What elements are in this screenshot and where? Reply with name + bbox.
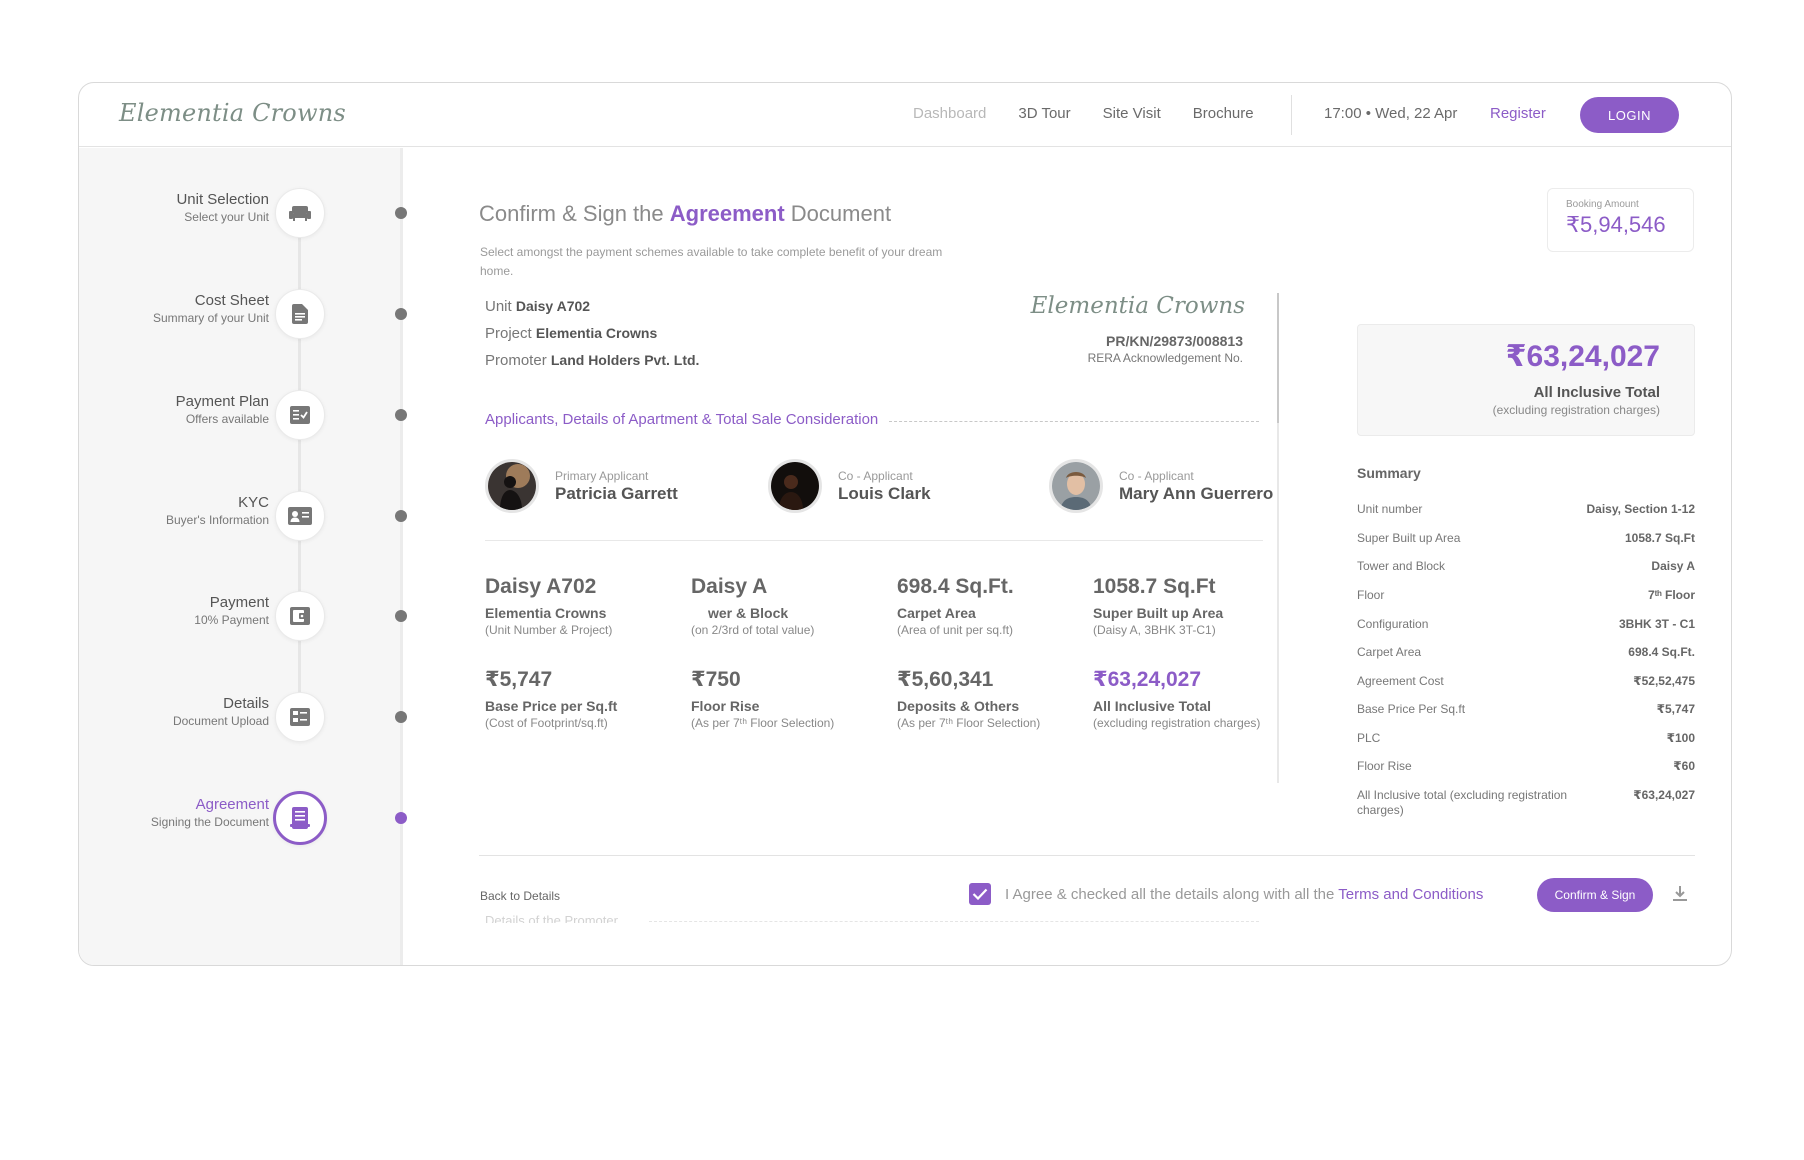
id-card-icon [275,491,325,541]
stat-all-inclusive-total: ₹63,24,027 All Inclusive Total (excluding … [1093,668,1261,730]
summary-heading: Summary [1357,465,1421,481]
sofa-icon [275,188,325,238]
booking-value: ₹5,94,546 [1566,212,1666,237]
step-unit-selection[interactable]: Unit Selection Select your Unit [79,183,409,243]
download-icon[interactable] [1673,885,1687,906]
top-header: Elementia Crowns Dashboard 3D Tour Site … [79,83,1731,147]
rera-label: RERA Acknowledgement No. [1087,351,1243,365]
nav-3d-tour[interactable]: 3D Tour [1018,105,1070,122]
section-title: Applicants, Details of Apartment & Total… [485,411,879,428]
next-section-title: Details of the Promoter [485,913,618,923]
total-value: ₹63,24,027 [1505,340,1660,373]
booking-label: Booking Amount [1566,199,1639,210]
footer-divider [479,855,1695,856]
nav-site-visit[interactable]: Site Visit [1103,105,1161,122]
form-icon [275,692,325,742]
step-subtitle: 10% Payment [194,613,269,627]
step-agreement[interactable]: Agreement Signing the Document [79,788,409,848]
step-dot [395,812,407,824]
step-kyc[interactable]: KYC Buyer's Information [79,486,409,546]
step-cost-sheet[interactable]: Cost Sheet Summary of your Unit [79,284,409,344]
document-icon [275,289,325,339]
stat-base-price: ₹5,747 Base Price per Sq.ft (Cost of Footp… [485,668,618,730]
rera-block: PR/KN/29873/008813 RERA Acknowledgement … [1088,333,1243,365]
stat-deposits: ₹5,60,341 Deposits & Others (As per 7ᵗʰ Fl… [897,668,1041,730]
total-sub: (excluding registration charges) [1492,403,1660,417]
avatar [1049,459,1103,513]
step-subtitle: Signing the Document [150,815,269,829]
step-subtitle: Summary of your Unit [152,311,269,325]
document-scroll-thumb[interactable] [1277,293,1279,423]
confirm-sign-button[interactable]: Confirm & Sign [1537,878,1653,912]
stat-carpet-area: 698.4 Sq.Ft. Carpet Area (Area of unit per… [897,575,1014,637]
total-label: All Inclusive Total [1533,384,1660,401]
applicant-card: Primary Applicant Patricia Garrett [485,459,678,513]
step-title: Details [223,695,269,712]
agree-text: I Agree & checked all the details along … [1005,886,1484,903]
step-dot [395,711,407,723]
step-subtitle: Document Upload [172,714,269,728]
applicant-role: Primary Applicant [555,468,649,483]
brand-logo[interactable]: Elementia Crowns [119,99,346,127]
page-title: Confirm & Sign the Agreement Document [479,201,892,226]
wallet-icon [275,591,325,641]
step-dot [395,610,407,622]
step-payment[interactable]: Payment 10% Payment [79,586,409,646]
back-to-details-link[interactable]: Back to Details [480,889,560,903]
document-logo: Elementia Crowns [1030,293,1245,319]
terms-link[interactable]: Terms and Conditions [1338,886,1483,903]
step-dot [395,308,407,320]
applicant-role: Co - Applicant [838,468,913,483]
rera-number: PR/KN/29873/008813 [1106,333,1243,349]
next-section-divider [649,921,1259,922]
top-nav: Dashboard 3D Tour Site Visit Brochure [913,105,1254,122]
header-divider [1291,95,1292,135]
step-title: Agreement [195,796,269,813]
step-payment-plan[interactable]: Payment Plan Offers available [79,385,409,445]
app-window: Elementia Crowns Dashboard 3D Tour Site … [78,82,1732,966]
booking-amount-card: Booking Amount ₹5,94,546 [1547,188,1694,252]
applicant-role: Co - Applicant [1119,468,1194,483]
step-dot [395,409,407,421]
step-title: KYC [238,494,269,511]
step-dot [395,510,407,522]
applicant-name: Patricia Garrett [555,483,678,503]
total-card: ₹63,24,027 All Inclusive Total (excludin… [1357,324,1695,436]
agreement-icon [273,791,327,845]
applicant-name: Louis Clark [838,483,931,503]
agreement-document[interactable]: Unit Daisy A702 Project Elementia Crowns… [469,293,1279,923]
section-divider [889,421,1259,422]
step-subtitle: Buyer's Information [165,513,269,527]
checklist-icon [275,390,325,440]
unit-meta: Unit Daisy A702 Project Elementia Crowns… [485,298,700,369]
applicants-divider [485,540,1263,541]
stat-super-built-area: 1058.7 Sq.Ft Super Built up Area (Daisy A,… [1093,575,1224,637]
applicant-card: Co - Applicant Mary Ann Guerrero [1049,459,1273,513]
step-title: Cost Sheet [194,292,269,309]
clock-readout: 17:00 • Wed, 22 Apr [1324,105,1458,122]
nav-dashboard[interactable]: Dashboard [913,105,986,122]
check-icon [972,888,988,900]
applicant-name: Mary Ann Guerrero [1119,483,1274,503]
agree-checkbox[interactable] [969,883,991,905]
page-subtitle: Select amongst the payment schemes avail… [480,245,943,278]
step-subtitle: Select your Unit [184,210,269,224]
avatar [485,459,539,513]
login-button[interactable]: LOGIN [1580,97,1679,133]
applicant-card: Co - Applicant Louis Clark [768,459,931,513]
step-title: Unit Selection [176,191,269,208]
stat-unit: Daisy A702 Elementia Crowns (Unit Number &… [485,575,613,637]
nav-brochure[interactable]: Brochure [1193,105,1254,122]
step-subtitle: Offers available [185,412,269,426]
step-details[interactable]: Details Document Upload [79,687,409,747]
step-title: Payment [209,594,269,611]
stat-tower-block: Daisy Awer & Block (on 2/3rd of total val… [691,575,815,637]
stat-floor-rise: ₹750 Floor Rise (As per 7ᵗʰ Floor Selectio… [691,668,835,730]
step-dot [395,207,407,219]
step-title: Payment Plan [175,393,269,410]
avatar [768,459,822,513]
register-link[interactable]: Register [1490,105,1546,122]
